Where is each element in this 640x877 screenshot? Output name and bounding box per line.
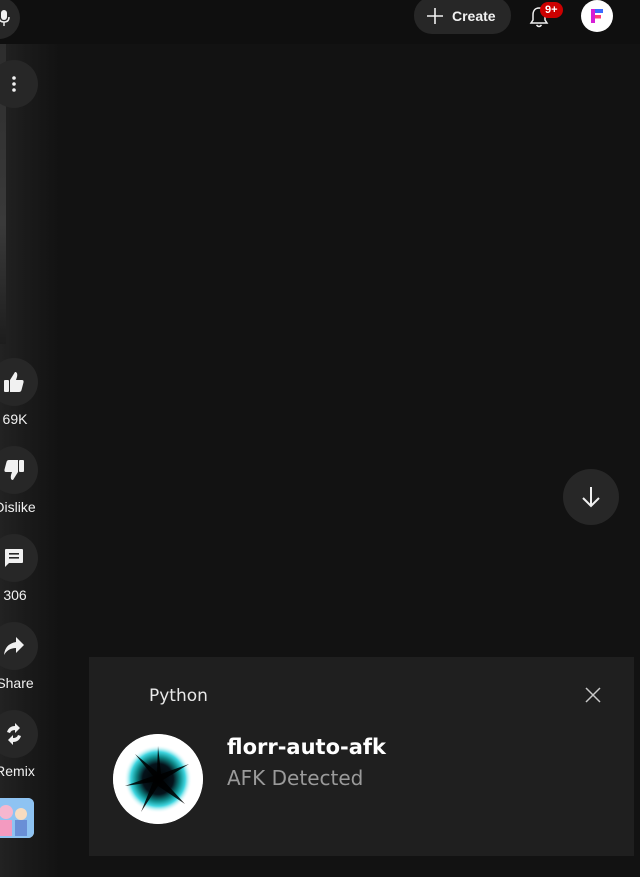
dislike-label: Dislike [0, 499, 36, 515]
notification-badge: 9+ [540, 2, 563, 18]
toast-message: AFK Detected [227, 766, 364, 790]
arrow-down-icon [582, 487, 600, 508]
like-count: 69K [2, 411, 28, 427]
comment-count: 306 [3, 587, 27, 603]
comment-icon [5, 549, 23, 567]
sound-thumbnail-art [0, 798, 34, 838]
toast-app-icon [113, 734, 203, 824]
plus-icon [427, 7, 443, 24]
more-vert-icon [12, 76, 16, 92]
avatar[interactable] [581, 0, 613, 32]
thumb-up-icon [4, 372, 24, 392]
mic-icon [0, 10, 10, 26]
voice-search-button[interactable] [0, 0, 20, 39]
remix-icon [7, 723, 21, 745]
system-notification-toast[interactable]: Python florr-auto-afk AFK Detected [89, 657, 634, 856]
top-bar: Create 9+ [0, 0, 640, 44]
create-button-label: Create [452, 7, 496, 24]
share-icon [4, 637, 24, 655]
toast-app-name: Python [149, 686, 208, 706]
close-icon [585, 687, 601, 703]
toast-close-button[interactable] [583, 685, 603, 705]
app-logo-icon [113, 734, 203, 824]
avatar-logo-icon [591, 9, 603, 23]
toast-title: florr-auto-afk [227, 735, 386, 759]
thumb-down-icon [4, 460, 24, 480]
sound-thumbnail[interactable] [0, 798, 34, 838]
create-button[interactable]: Create [414, 0, 511, 34]
next-video-button[interactable] [563, 469, 619, 525]
remix-label: Remix [0, 763, 35, 779]
share-label: Share [0, 675, 34, 691]
